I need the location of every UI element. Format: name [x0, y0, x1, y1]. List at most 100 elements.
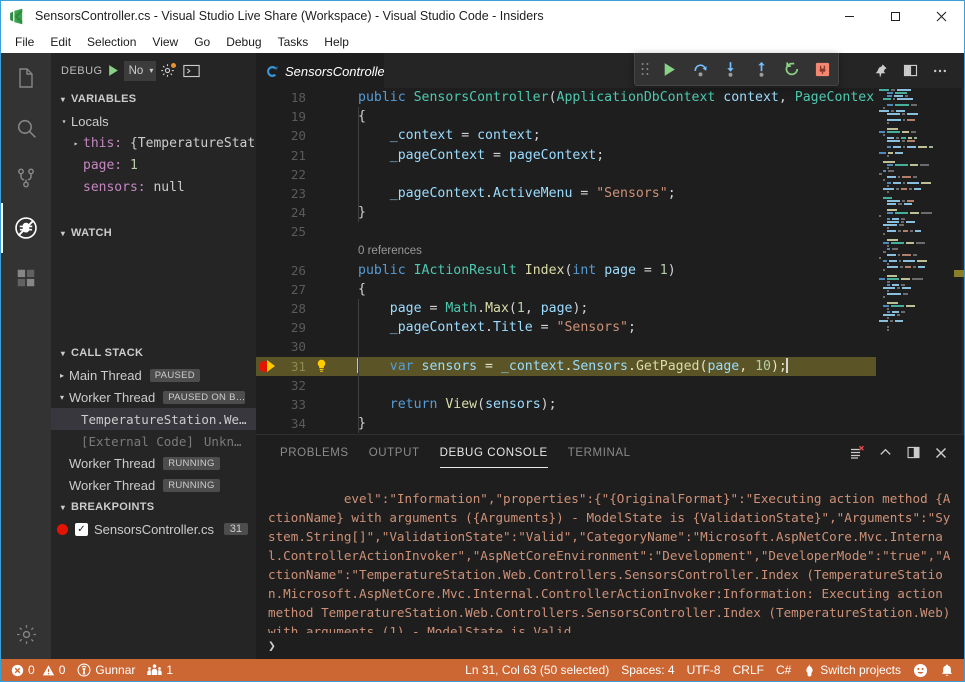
editor-tab-sensorscontroller[interactable]: # SensorsController.cs [256, 53, 384, 88]
status-language-mode[interactable]: C# [770, 659, 797, 681]
breakpoint-glyph-icon[interactable] [256, 360, 278, 372]
codelens-references[interactable]: 0 references [256, 242, 876, 261]
tab-output[interactable]: OUTPUT [359, 435, 430, 470]
status-problems[interactable]: 0 0 [5, 659, 71, 681]
code-line[interactable]: 21 _pageContext = pageContext; [256, 146, 876, 165]
code-line[interactable]: 28 page = Math.Max(1, page); [256, 299, 876, 318]
breakpoint-row[interactable]: ✓ SensorsController.cs 31 [51, 518, 256, 540]
code-line[interactable]: 33 return View(sensors); [256, 395, 876, 414]
status-indentation[interactable]: Spaces: 4 [615, 659, 680, 681]
call-stack-row[interactable]: Worker Thread RUNNING [51, 474, 256, 496]
chevron-right-icon[interactable]: ▸ [69, 139, 83, 148]
status-switch-projects[interactable]: Switch projects [797, 659, 907, 681]
code-line[interactable]: 26public IActionResult Index(int page = … [256, 261, 876, 280]
code-line[interactable]: 30 [256, 337, 876, 356]
more-actions-icon[interactable] [926, 53, 954, 88]
debug-console-input[interactable]: ❯ [256, 633, 964, 659]
code-editor[interactable]: 18public SensorsController(ApplicationDb… [256, 88, 876, 434]
code-line[interactable]: 23 _pageContext.ActiveMenu = "Sensors"; [256, 184, 876, 203]
menu-file[interactable]: File [7, 33, 42, 51]
status-encoding[interactable]: UTF-8 [681, 659, 727, 681]
variable-row-this[interactable]: ▸ this: {TemperatureStati… [51, 132, 256, 154]
code-line[interactable]: 34} [256, 414, 876, 433]
start-debugging-button[interactable] [107, 64, 120, 77]
menu-go[interactable]: Go [186, 33, 218, 51]
code-line[interactable]: 32 [256, 376, 876, 395]
status-notifications[interactable] [934, 659, 960, 681]
disconnect-icon[interactable] [807, 53, 838, 85]
call-stack-frame-row[interactable]: TemperatureStation.Web.C… [51, 408, 256, 430]
thread-state-badge: RUNNING [163, 479, 219, 492]
step-into-icon[interactable] [715, 53, 746, 85]
menu-selection[interactable]: Selection [79, 33, 144, 51]
maximize-panel-icon[interactable] [872, 440, 898, 466]
minimap[interactable] [876, 88, 964, 434]
code-line[interactable]: 35 [256, 433, 876, 434]
chevron-down-icon[interactable]: ▾ [55, 393, 69, 402]
maximize-button[interactable] [872, 1, 918, 31]
quick-fix-lightbulb-icon[interactable] [308, 359, 334, 373]
tab-debug-console[interactable]: DEBUG CONSOLE [430, 435, 558, 470]
menu-tasks[interactable]: Tasks [270, 33, 317, 51]
code-line[interactable]: 20 _context = context; [256, 126, 876, 145]
status-live-share-participants[interactable]: 1 [141, 659, 179, 681]
breakpoint-checkbox[interactable]: ✓ [75, 523, 88, 536]
chevron-right-icon[interactable]: ▸ [55, 371, 69, 380]
activity-search-icon[interactable] [1, 103, 51, 153]
clear-console-icon[interactable] [844, 440, 870, 466]
variables-scope-label: Locals [71, 114, 109, 129]
menu-view[interactable]: View [144, 33, 186, 51]
code-line[interactable]: 24} [256, 203, 876, 222]
activity-settings-gear-icon[interactable] [1, 609, 51, 659]
section-header-breakpoints[interactable]: ▾ BREAKPOINTS [51, 496, 256, 518]
pin-editor-icon[interactable] [866, 53, 894, 88]
split-editor-icon[interactable] [896, 53, 924, 88]
call-stack-row[interactable]: Worker Thread RUNNING [51, 452, 256, 474]
variable-row-sensors[interactable]: sensors: null [51, 176, 256, 198]
code-line-current[interactable]: 31 var sensors = _context.Sensors.GetPag… [256, 357, 876, 376]
close-button[interactable] [918, 1, 964, 31]
section-header-call-stack[interactable]: ▾ CALL STACK [51, 342, 256, 364]
code-line[interactable]: 27{ [256, 280, 876, 299]
menu-edit[interactable]: Edit [42, 33, 79, 51]
minimize-button[interactable] [826, 1, 872, 31]
tab-problems[interactable]: PROBLEMS [270, 435, 359, 470]
toggle-panel-position-icon[interactable] [900, 440, 926, 466]
debug-settings-gear-icon[interactable] [160, 63, 175, 78]
continue-icon[interactable] [654, 53, 685, 85]
step-out-icon[interactable] [746, 53, 777, 85]
section-header-variables[interactable]: ▾ VARIABLES [51, 88, 256, 110]
activity-source-control-icon[interactable] [1, 153, 51, 203]
code-line[interactable]: 18public SensorsController(ApplicationDb… [256, 88, 876, 107]
call-stack-frame-row[interactable]: [External Code] Unkn… [51, 430, 256, 452]
status-live-share-user[interactable]: Gunnar [71, 659, 141, 681]
call-stack-row[interactable]: ▾ Worker Thread PAUSED ON B… [51, 386, 256, 408]
restart-icon[interactable] [777, 53, 808, 85]
menu-help[interactable]: Help [316, 33, 357, 51]
activity-debug-icon[interactable] [1, 203, 51, 253]
debug-console-toggle-icon[interactable] [183, 64, 200, 78]
status-cursor-position[interactable]: Ln 31, Col 63 (50 selected) [459, 659, 615, 681]
code-line[interactable]: 29 _pageContext.Title = "Sensors"; [256, 318, 876, 337]
debug-configuration-dropdown[interactable]: No ▾ [124, 61, 157, 81]
code-line[interactable]: 22 [256, 165, 876, 184]
minimap-slider[interactable] [962, 88, 964, 434]
code-line[interactable]: 25 [256, 222, 876, 241]
code-line[interactable]: 19{ [256, 107, 876, 126]
activity-explorer-icon[interactable] [1, 53, 51, 103]
watch-tree[interactable] [51, 244, 256, 342]
close-panel-icon[interactable] [928, 440, 954, 466]
status-feedback[interactable] [907, 659, 934, 681]
status-eol[interactable]: CRLF [727, 659, 770, 681]
minimap-token [887, 302, 898, 304]
debug-console-output[interactable]: evel":"Information","properties":{"{Orig… [256, 470, 964, 633]
section-header-watch[interactable]: ▾ WATCH [51, 222, 256, 244]
menu-debug[interactable]: Debug [218, 33, 269, 51]
tab-terminal[interactable]: TERMINAL [558, 435, 641, 470]
step-over-icon[interactable] [685, 53, 716, 85]
call-stack-row[interactable]: ▸ Main Thread PAUSED [51, 364, 256, 386]
activity-extensions-icon[interactable] [1, 253, 51, 303]
variables-scope-locals[interactable]: ▾ Locals [51, 110, 256, 132]
variable-row-page[interactable]: page: 1 [51, 154, 256, 176]
drag-handle-icon[interactable] [635, 53, 654, 85]
